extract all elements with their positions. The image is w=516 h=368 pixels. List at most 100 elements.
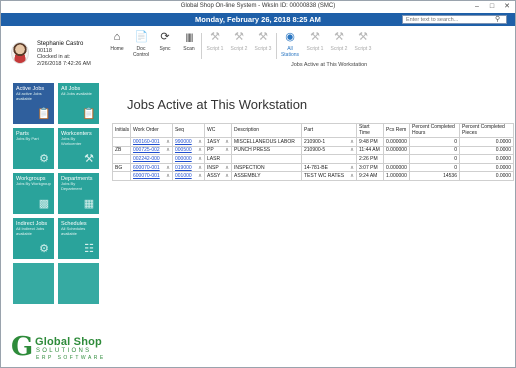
- tile-all-jobs[interactable]: All Jobs All Jobs available 📋: [58, 83, 99, 124]
- paperclip-icon[interactable]: ∧: [166, 139, 170, 145]
- table-row[interactable]: 000160-001 ∧ 990000 ∧ 1ASY ∧ MISCELLANEOUS …: [112, 137, 514, 147]
- cell-start-time: 9:24 AM: [356, 171, 384, 181]
- paperclip-icon[interactable]: ∧: [198, 173, 202, 179]
- all-stations-button[interactable]: ◉ All Stations: [278, 31, 302, 58]
- work-order-link[interactable]: 000160-001: [133, 139, 160, 145]
- cell-seq[interactable]: 001000 ∧: [172, 171, 205, 181]
- tile-desc: All Jobs available: [61, 91, 92, 96]
- seq-link[interactable]: 000500: [175, 147, 192, 153]
- col-header[interactable]: Work Order: [130, 123, 173, 138]
- cell-initials: BG: [112, 162, 131, 173]
- cell-pcs-rem: 0.000000: [383, 162, 410, 173]
- cell-work-order[interactable]: 600070-001 ∧: [130, 171, 173, 181]
- table-row[interactable]: 600070-001 ∧ 001000 ∧ ASSY ∧ ASSEMBLY TEST …: [112, 171, 514, 181]
- parts-icon: ⚙: [39, 153, 49, 165]
- paperclip-icon[interactable]: ∧: [198, 165, 202, 171]
- paperclip-icon[interactable]: ∧: [350, 147, 354, 153]
- cell-seq[interactable]: 000000 ∧: [172, 154, 205, 164]
- paperclip-icon[interactable]: ∧: [166, 147, 170, 153]
- home-button[interactable]: ⌂ Home: [105, 31, 129, 52]
- cell-work-order[interactable]: 002242-000: [130, 154, 173, 164]
- cell-description: [231, 154, 302, 164]
- col-header[interactable]: Seq: [172, 123, 205, 138]
- paperclip-icon[interactable]: ∧: [225, 173, 229, 179]
- company-logo: G Global Shop SOLUTIONS ERP SOFTWARE: [11, 333, 121, 365]
- seq-link[interactable]: 019000: [175, 165, 192, 171]
- cell-initials: [112, 154, 131, 164]
- tile-active-jobs[interactable]: Active Jobs All active Jobs available 📋: [13, 83, 54, 124]
- cell-work-order[interactable]: 600070-001 ∧: [130, 162, 173, 173]
- close-icon[interactable]: ✕: [500, 2, 514, 11]
- cell-pct-hours: 0: [409, 162, 460, 173]
- work-order-link[interactable]: 600070-001: [133, 165, 160, 171]
- maximize-icon[interactable]: □: [485, 2, 499, 11]
- work-order-link[interactable]: 600070-001: [133, 173, 160, 179]
- search-input[interactable]: [402, 15, 507, 24]
- paperclip-icon[interactable]: ∧: [350, 173, 354, 179]
- tile-desc: Jobs By Department: [61, 181, 82, 191]
- clipboard-icon: 📋: [37, 108, 51, 120]
- paperclip-icon[interactable]: ∧: [225, 147, 229, 153]
- tile-schedules[interactable]: Schedules All Schedules available ☷: [58, 218, 99, 259]
- cell-start-time: 11:44 AM: [356, 145, 384, 156]
- paperclip-icon[interactable]: ∧: [166, 165, 170, 171]
- cell-work-order[interactable]: 000725-002 ∧: [130, 145, 173, 156]
- tile-empty-2[interactable]: [58, 263, 99, 304]
- cell-initials: ZB: [112, 145, 131, 156]
- cell-initials: [112, 137, 131, 147]
- date-header: Monday, February 26, 2018 8:25 AM ⚲: [1, 13, 515, 26]
- cell-seq[interactable]: 019000 ∧: [172, 162, 205, 173]
- paperclip-icon[interactable]: ∧: [166, 173, 170, 179]
- script-1-button[interactable]: ⚒ Script 1: [203, 31, 227, 52]
- paperclip-icon[interactable]: ∧: [198, 156, 202, 162]
- work-order-link[interactable]: 002242-000: [133, 156, 160, 162]
- logo-line1: Global Shop: [35, 336, 102, 348]
- cell-seq[interactable]: 990000 ∧: [172, 137, 205, 147]
- paperclip-icon[interactable]: ∧: [225, 139, 229, 145]
- paperclip-icon[interactable]: ∧: [225, 165, 229, 171]
- cell-part: TEST WC RATES ∧: [301, 171, 357, 181]
- script-1-button-secondary[interactable]: ⚒ Script 1: [303, 31, 327, 52]
- scan-button[interactable]: ||||| Scan: [177, 31, 201, 52]
- seq-link[interactable]: 001000: [175, 173, 192, 179]
- table-row[interactable]: BG 600070-001 ∧ 019000 ∧ INSP ∧ INSPECTION …: [112, 162, 514, 173]
- cell-start-time: 3:07 PM: [356, 162, 384, 173]
- tile-indirect-jobs[interactable]: Indirect Jobs All Indirect Jobs availabl…: [13, 218, 54, 259]
- col-header[interactable]: Percent Completed Pieces: [459, 123, 514, 138]
- tile-departments[interactable]: Departments Jobs By Department ▦: [58, 173, 99, 214]
- paperclip-icon[interactable]: ∧: [198, 139, 202, 145]
- col-header[interactable]: Description: [231, 123, 302, 138]
- cell-work-order[interactable]: 000160-001 ∧: [130, 137, 173, 147]
- sync-button[interactable]: ⟳ Sync: [153, 31, 177, 52]
- cell-wc: LASR: [204, 154, 232, 164]
- minimize-icon[interactable]: –: [470, 2, 484, 11]
- tile-empty-1[interactable]: [13, 263, 54, 304]
- tile-workgroups[interactable]: Workgroups Jobs By Workgroup ▩: [13, 173, 54, 214]
- col-header[interactable]: Percent Completed Hours: [409, 123, 460, 138]
- doc-control-button[interactable]: 📄 Doc Control: [129, 31, 153, 58]
- paperclip-icon[interactable]: ∧: [350, 165, 354, 171]
- script-3-button[interactable]: ⚒ Script 3: [251, 31, 275, 52]
- tile-workcenters[interactable]: Workcenters Jobs By Workcenter ⚒: [58, 128, 99, 169]
- script-2-button[interactable]: ⚒ Script 2: [227, 31, 251, 52]
- table-row[interactable]: 002242-000 000000 ∧ LASR 2:26 PM 0 0.0000: [112, 154, 514, 164]
- search-icon[interactable]: ⚲: [495, 15, 504, 24]
- seq-link[interactable]: 990000: [175, 139, 192, 145]
- workcenter-icon: ⚒: [84, 153, 94, 165]
- col-header[interactable]: Part: [301, 123, 357, 138]
- paperclip-icon[interactable]: ∧: [350, 139, 354, 145]
- cell-seq[interactable]: 000500 ∧: [172, 145, 205, 156]
- script-3-button-secondary[interactable]: ⚒ Script 3: [351, 31, 375, 52]
- work-order-link[interactable]: 000725-002: [133, 147, 160, 153]
- col-header[interactable]: WC: [204, 123, 232, 138]
- paperclip-icon[interactable]: ∧: [198, 147, 202, 153]
- col-header[interactable]: Initials: [112, 123, 131, 138]
- gear-icon: ⚙: [39, 243, 49, 255]
- col-header[interactable]: Pcs Rem: [383, 123, 410, 138]
- table-row[interactable]: ZB 000725-002 ∧ 000500 ∧ PP ∧ PUNCH PRESS 2…: [112, 145, 514, 156]
- script-2-button-secondary[interactable]: ⚒ Script 2: [327, 31, 351, 52]
- col-header[interactable]: Start Time: [356, 123, 384, 138]
- seq-link[interactable]: 000000: [175, 156, 192, 162]
- cell-pct-hours: 0: [409, 145, 460, 156]
- tile-parts[interactable]: Parts Jobs By Part ⚙: [13, 128, 54, 169]
